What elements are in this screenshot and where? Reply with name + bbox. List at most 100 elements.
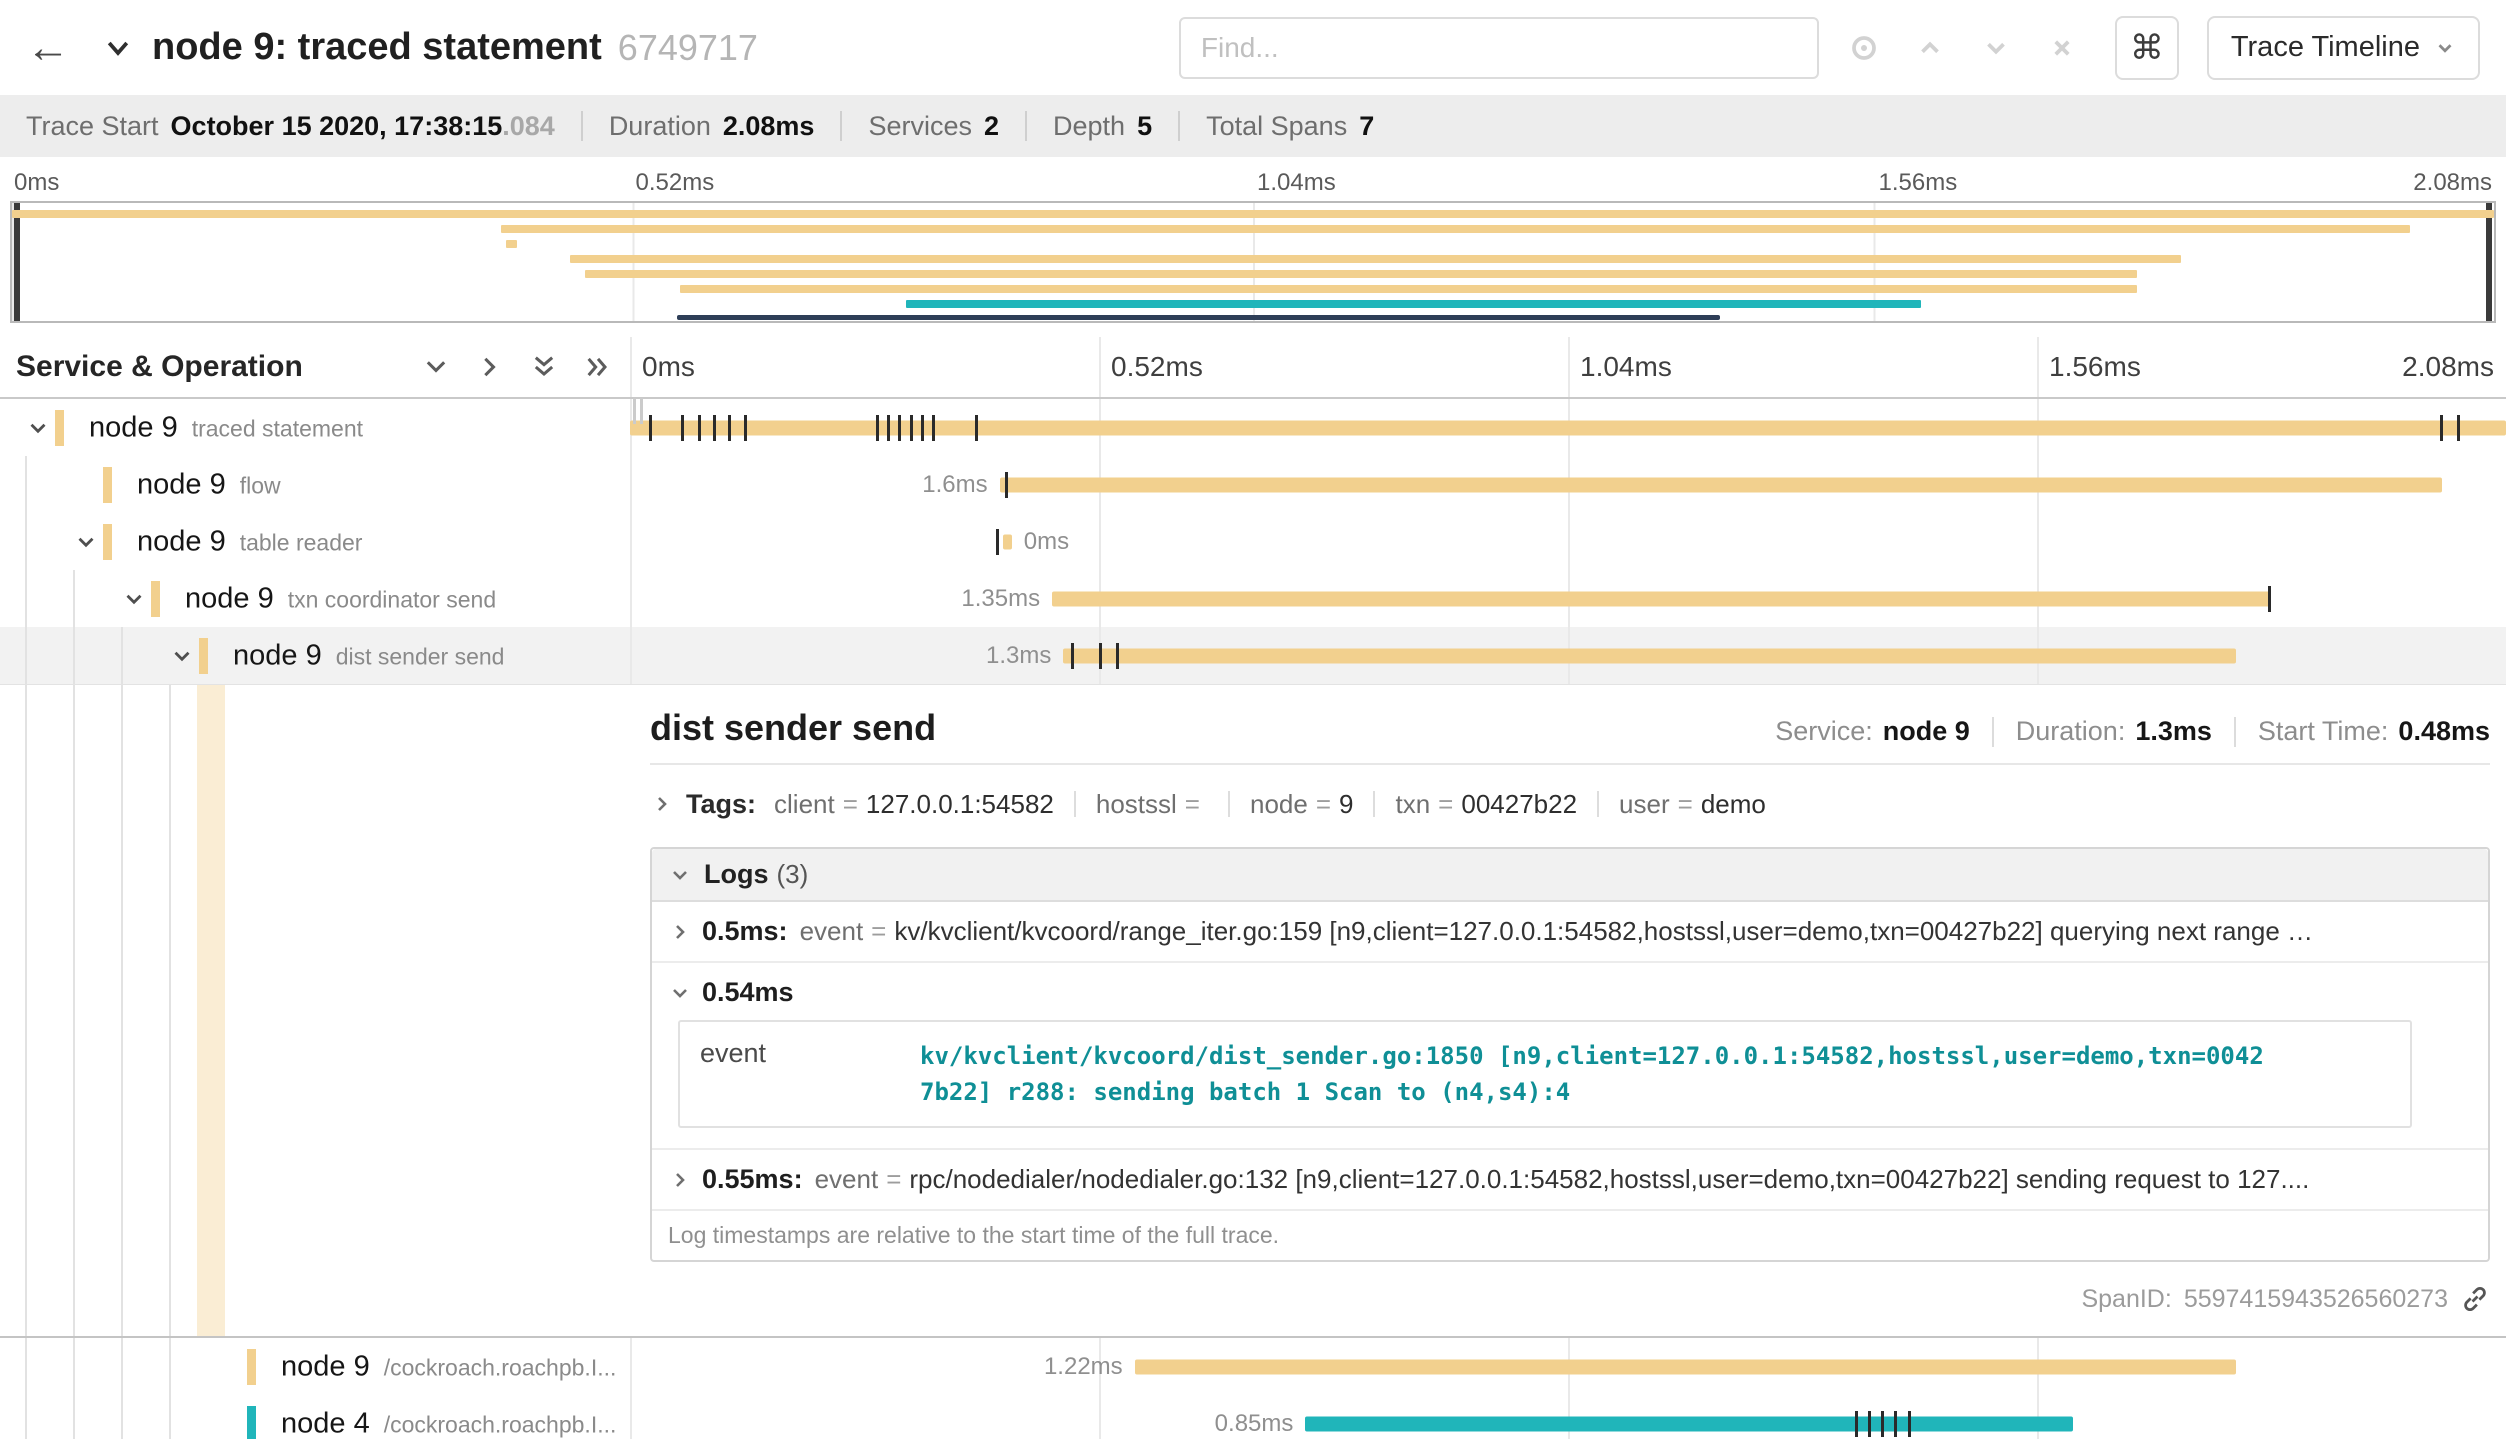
chevron-down-icon[interactable] <box>73 529 99 555</box>
clear-search-x-icon[interactable] <box>2047 33 2077 63</box>
chevron-down-icon[interactable] <box>25 415 51 441</box>
log-chevron-right-icon[interactable] <box>668 1168 692 1192</box>
span-timeline-cell[interactable]: 0.85ms <box>630 1395 2506 1439</box>
log-entry[interactable]: 0.5ms:event=kv/kvclient/kvcoord/range_it… <box>652 902 2488 963</box>
span-rows-bottom: node 9/cockroach.roachpb.I...1.22msnode … <box>0 1338 2506 1439</box>
log-entry[interactable]: 0.54ms eventkv/kvclient/kvcoord/dist_send… <box>652 963 2488 1150</box>
logs-header[interactable]: Logs (3) <box>652 849 2488 902</box>
expand-one-chevron-right-icon[interactable] <box>476 353 504 381</box>
span-color-swatch <box>199 638 208 674</box>
log-chevron-down-icon[interactable] <box>668 981 692 1005</box>
minimap-canvas[interactable] <box>10 201 2496 323</box>
span-name: node 9/cockroach.roachpb.I... <box>281 1350 624 1383</box>
log-marker-tick <box>996 529 999 555</box>
span-id-label: SpanID: <box>2081 1285 2171 1314</box>
span-timeline-cell[interactable]: 1.6ms <box>630 456 2506 513</box>
log-marker-tick <box>898 415 901 441</box>
span-tree-cell[interactable]: node 9dist sender send <box>0 627 630 684</box>
column-resizer[interactable] <box>633 398 643 424</box>
page-header: ← node 9: traced statement 6749717 ⌘ Tra… <box>0 0 2506 95</box>
span-row[interactable]: node 9table reader0ms <box>0 513 2506 570</box>
log-chevron-right-icon[interactable] <box>668 920 692 944</box>
minimap-span-bar <box>906 300 1921 308</box>
axis-tick-label: 0ms <box>642 351 695 383</box>
tree-indent-guide <box>121 1338 123 1395</box>
span-row[interactable]: node 9txn coordinator send1.35ms <box>0 570 2506 627</box>
summary-label: Trace Start <box>26 111 159 142</box>
collapse-all-double-chevron-down-icon[interactable] <box>530 353 558 381</box>
log-entry-header[interactable]: 0.54ms <box>668 977 2472 1008</box>
log-equals: = <box>871 916 886 947</box>
span-row[interactable]: node 9traced statement <box>0 399 2506 456</box>
meta-divider <box>1992 717 1994 747</box>
span-row[interactable]: node 9flow1.6ms <box>0 456 2506 513</box>
next-result-chevron-down-icon[interactable] <box>1981 33 2011 63</box>
span-tree-cell[interactable]: node 9/cockroach.roachpb.I... <box>0 1338 630 1395</box>
tag-item: txn=00427b22 <box>1395 789 1577 820</box>
span-duration-bar[interactable] <box>1000 477 2443 492</box>
span-timeline-cell[interactable]: 1.3ms <box>630 627 2506 684</box>
span-operation-name: flow <box>240 472 281 498</box>
tag-item: user=demo <box>1619 789 1766 820</box>
prev-result-chevron-up-icon[interactable] <box>1915 33 1945 63</box>
span-timeline-cell[interactable] <box>630 399 2506 456</box>
view-dropdown-button[interactable]: Trace Timeline <box>2207 16 2480 80</box>
span-tree-cell[interactable]: node 9table reader <box>0 513 630 570</box>
span-row[interactable]: node 9dist sender send1.3ms <box>0 627 2506 684</box>
expand-all-double-chevron-right-icon[interactable] <box>584 353 612 381</box>
span-duration-bar[interactable] <box>1135 1359 2236 1374</box>
minimap-focus-bar <box>677 315 1719 320</box>
tag-key: node <box>1250 789 1308 819</box>
keyboard-shortcuts-button[interactable]: ⌘ <box>2115 16 2179 80</box>
timeline-axis: 0ms0.52ms1.04ms1.56ms2.08ms <box>630 337 2506 397</box>
span-tree-cell[interactable]: node 9traced statement <box>0 399 630 456</box>
log-marker-tick <box>744 415 747 441</box>
find-input[interactable] <box>1179 17 1819 79</box>
match-target-icon[interactable] <box>1849 33 1879 63</box>
span-row[interactable]: node 4/cockroach.roachpb.I...0.85ms <box>0 1395 2506 1439</box>
log-marker-tick <box>2457 415 2460 441</box>
span-row[interactable]: node 9/cockroach.roachpb.I...1.22ms <box>0 1338 2506 1395</box>
log-fields-table: eventkv/kvclient/kvcoord/dist_sender.go:… <box>678 1020 2412 1128</box>
logs-chevron-down-icon[interactable] <box>668 863 692 887</box>
log-entry[interactable]: 0.55ms:event=rpc/nodedialer/nodedialer.g… <box>652 1150 2488 1211</box>
span-detail-meta: Service:node 9Duration:1.3msStart Time:0… <box>1775 716 2490 747</box>
minimap-left-drag-handle[interactable] <box>14 203 20 321</box>
collapse-one-chevron-down-icon[interactable] <box>422 353 450 381</box>
log-marker-tick <box>1894 1411 1897 1437</box>
span-tree-cell[interactable]: node 9txn coordinator send <box>0 570 630 627</box>
tag-item: node = 9 <box>1250 789 1354 820</box>
logs-footnote: Log timestamps are relative to the start… <box>652 1211 2488 1260</box>
copy-link-icon[interactable] <box>2460 1284 2490 1314</box>
span-timeline-cell[interactable]: 1.22ms <box>630 1338 2506 1395</box>
trace-collapse-chevron-icon[interactable] <box>100 33 136 63</box>
tags-divider <box>1228 791 1230 817</box>
span-tags-row[interactable]: Tags: client=127.0.0.1:54582hostssl=node… <box>650 781 2490 827</box>
back-arrow-button[interactable]: ← <box>26 26 70 70</box>
log-marker-tick <box>1881 1411 1884 1437</box>
minimap-span-bar <box>680 285 2137 293</box>
minimap-right-drag-handle[interactable] <box>2486 203 2492 321</box>
tag-value: 9 <box>1339 789 1353 819</box>
log-marker-tick <box>713 415 716 441</box>
span-duration-bar[interactable] <box>1305 1416 2072 1431</box>
span-tree-cell[interactable]: node 4/cockroach.roachpb.I... <box>0 1395 630 1439</box>
log-entries: 0.5ms:event=kv/kvclient/kvcoord/range_it… <box>652 902 2488 1211</box>
chevron-down-icon[interactable] <box>121 586 147 612</box>
span-duration-bar[interactable] <box>1003 534 1011 549</box>
span-duration-bar[interactable] <box>1052 591 2270 606</box>
span-timeline-cell[interactable]: 0ms <box>630 513 2506 570</box>
chevron-down-icon[interactable] <box>169 643 195 669</box>
tag-equals: = <box>1316 789 1331 819</box>
log-marker-tick <box>921 415 924 441</box>
tags-chevron-right-icon[interactable] <box>650 792 674 816</box>
log-marker-tick <box>2268 586 2271 612</box>
tag-key: client <box>774 789 835 819</box>
span-duration-bar[interactable] <box>1063 648 2236 663</box>
log-timestamp: 0.54ms <box>702 977 794 1008</box>
span-timeline-cell[interactable]: 1.35ms <box>630 570 2506 627</box>
axis-tick-label: 0.52ms <box>1111 351 1203 383</box>
span-tree-cell[interactable]: node 9flow <box>0 456 630 513</box>
log-marker-tick <box>932 415 935 441</box>
span-operation-name: traced statement <box>192 415 363 441</box>
